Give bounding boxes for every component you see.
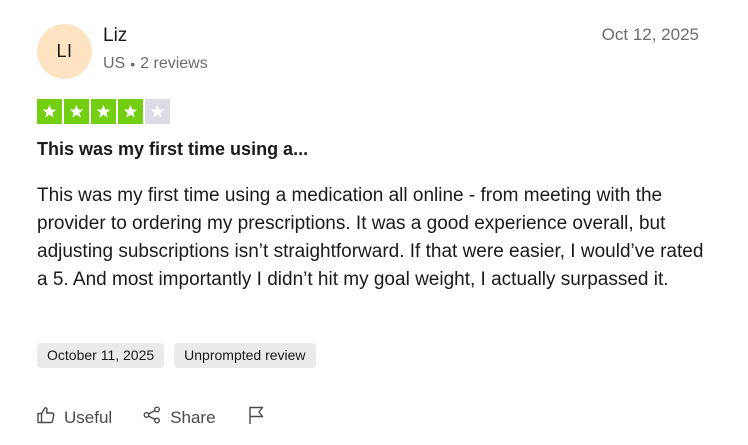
reviewer-country: US <box>103 55 126 72</box>
star-icon <box>150 104 165 118</box>
share-button[interactable]: Share <box>142 405 216 430</box>
reviewer-meta: US • 2 reviews <box>103 55 208 73</box>
star-filled <box>37 99 62 124</box>
experience-date-badge: October 11, 2025 <box>37 343 165 368</box>
star-empty <box>145 99 170 124</box>
separator-dot: • <box>130 56 136 72</box>
useful-button[interactable]: Useful <box>36 405 112 430</box>
avatar[interactable]: LI <box>37 24 92 79</box>
flag-icon <box>246 405 266 430</box>
review-title[interactable]: This was my first time using a... <box>37 139 308 160</box>
star-filled <box>118 99 143 124</box>
star-icon <box>42 104 57 118</box>
reviewer-name[interactable]: Liz <box>103 25 127 47</box>
star-rating <box>37 99 170 124</box>
share-label: Share <box>170 407 216 427</box>
share-icon <box>142 405 162 430</box>
review-card: LI Liz US • 2 reviews Oct 12, 2025 This … <box>0 0 748 445</box>
review-actions: Useful Share <box>36 405 266 430</box>
star-filled <box>64 99 89 124</box>
star-icon <box>96 104 111 118</box>
thumbs-up-icon <box>36 405 56 430</box>
star-icon <box>123 104 138 118</box>
avatar-initials: LI <box>56 41 73 61</box>
reviewer-review-count: 2 reviews <box>140 55 208 72</box>
review-tags: October 11, 2025 Unprompted review <box>37 343 316 368</box>
review-type-badge[interactable]: Unprompted review <box>174 343 316 368</box>
useful-label: Useful <box>64 407 113 427</box>
star-filled <box>91 99 116 124</box>
report-button[interactable] <box>246 405 266 430</box>
star-icon <box>69 104 84 118</box>
review-body: This was my first time using a medicatio… <box>37 185 704 290</box>
review-date: Oct 12, 2025 <box>601 25 699 44</box>
